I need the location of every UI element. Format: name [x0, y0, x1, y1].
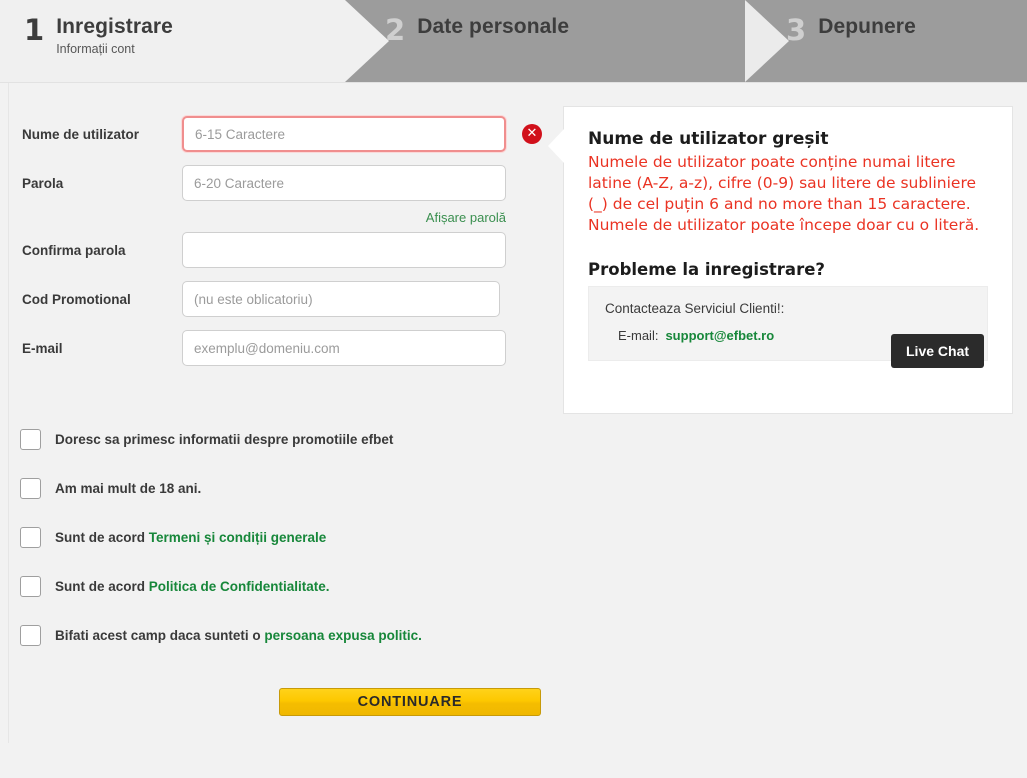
step-2-date-personale[interactable]: 2 Date personale	[385, 0, 569, 82]
checkbox-privacy[interactable]	[20, 576, 41, 597]
step-3-depunere[interactable]: 3 Depunere	[786, 0, 916, 82]
promo-code-label: Cod Promotional	[22, 291, 131, 307]
checkbox-label-terms: Sunt de acord Termeni și condiții genera…	[55, 530, 326, 545]
checkbox-age-text: Am mai mult de 18 ani.	[55, 481, 202, 496]
panel-error-text: Numele de utilizator poate conține numai…	[588, 153, 980, 234]
registration-form: Nume de utilizator ✕ Parola Afișare paro…	[22, 115, 542, 378]
field-row-username: Nume de utilizator ✕	[22, 115, 542, 153]
confirm-password-input[interactable]	[182, 232, 506, 268]
step-3-title: Depunere	[818, 15, 916, 38]
email-label: E-mail	[22, 340, 63, 356]
password-label: Parola	[22, 175, 64, 191]
checkbox-privacy-text: Sunt de acord	[55, 579, 149, 594]
checkbox-label-promotions: Doresc sa primesc informatii despre prom…	[55, 432, 393, 447]
checkbox-promotions[interactable]	[20, 429, 41, 450]
checkbox-promotions-text: Doresc sa primesc informatii despre prom…	[55, 432, 394, 447]
error-x-icon[interactable]: ✕	[522, 124, 542, 144]
panel-error-title: Nume de utilizator greșit	[588, 129, 829, 149]
email-input[interactable]	[182, 330, 506, 366]
support-email-link[interactable]: support@efbet.ro	[665, 328, 774, 343]
terms-link[interactable]: Termeni și condiții generale	[149, 530, 327, 545]
field-row-promo-code: Cod Promotional	[22, 280, 542, 318]
username-input[interactable]	[182, 116, 506, 152]
step-1-subtitle: Informații cont	[56, 42, 135, 56]
checkbox-row-privacy[interactable]: Sunt de acord Politica de Confidentialit…	[20, 576, 660, 597]
checkbox-row-age[interactable]: Am mai mult de 18 ani.	[20, 478, 660, 499]
show-password-link[interactable]: Afișare parolă	[182, 210, 506, 225]
checkbox-row-pep[interactable]: Bifati acest camp daca sunteti o persoan…	[20, 625, 660, 646]
pep-link[interactable]: persoana expusa politic.	[264, 628, 422, 643]
checkbox-label-pep: Bifati acest camp daca sunteti o persoan…	[55, 628, 422, 643]
step-chevron-1-icon	[345, 0, 390, 82]
checkbox-terms[interactable]	[20, 527, 41, 548]
promo-code-input[interactable]	[182, 281, 500, 317]
checkbox-pep-text: Bifati acest camp daca sunteti o	[55, 628, 265, 643]
checkbox-row-terms[interactable]: Sunt de acord Termeni și condiții genera…	[20, 527, 660, 548]
privacy-policy-link[interactable]: Politica de Confidentialitate.	[149, 579, 330, 594]
field-row-password: Parola Afișare parolă	[22, 164, 542, 225]
password-input[interactable]	[182, 165, 506, 201]
step-1-title: Inregistrare	[56, 15, 173, 38]
field-row-email: E-mail	[22, 329, 542, 367]
step-2-title: Date personale	[417, 15, 570, 38]
continue-button[interactable]: CONTINUARE	[279, 688, 541, 716]
panel-pointer-icon	[548, 129, 564, 163]
step-1-number: 1	[24, 13, 45, 47]
step-chevron-2-icon	[745, 0, 790, 82]
step-1-inregistrare[interactable]: 1 Inregistrare Informații cont	[0, 0, 345, 82]
support-box: Contacteaza Serviciul Clienti!: E-mail: s…	[588, 286, 988, 368]
checkbox-age[interactable]	[20, 478, 41, 499]
checkbox-label-privacy: Sunt de acord Politica de Confidentialit…	[55, 579, 330, 594]
consent-checkbox-group: Doresc sa primesc informatii despre prom…	[20, 429, 660, 674]
progress-steps: 1 Inregistrare Informații cont 2 Date pe…	[0, 0, 1027, 82]
panel-help-title: Probleme la inregistrare?	[588, 260, 825, 279]
confirm-password-label: Confirma parola	[22, 242, 126, 258]
username-label: Nume de utilizator	[22, 126, 140, 142]
support-contact-line: Contacteaza Serviciul Clienti!:	[605, 301, 785, 316]
checkbox-row-promotions[interactable]: Doresc sa primesc informatii despre prom…	[20, 429, 660, 450]
support-email-label: E-mail:	[618, 328, 659, 343]
field-row-confirm-password: Confirma parola	[22, 231, 542, 269]
checkbox-terms-text: Sunt de acord	[55, 530, 149, 545]
checkbox-pep[interactable]	[20, 625, 41, 646]
validation-info-panel: Nume de utilizator greșit Numele de util…	[548, 106, 1013, 414]
checkbox-label-age: Am mai mult de 18 ani.	[55, 481, 201, 496]
left-divider	[8, 83, 9, 743]
step-2-number: 2	[385, 13, 406, 47]
registration-page: Nume de utilizator ✕ Parola Afișare paro…	[0, 82, 1027, 778]
step-3-number: 3	[786, 13, 807, 47]
live-chat-button[interactable]: Live Chat	[891, 334, 985, 368]
